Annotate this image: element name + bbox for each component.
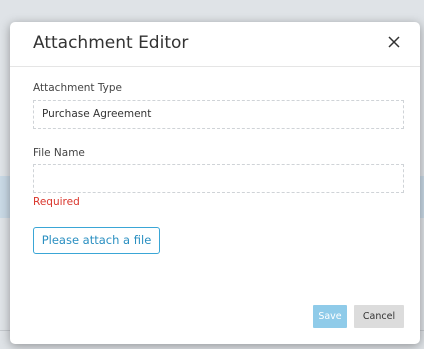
close-button[interactable]: [388, 32, 406, 54]
cancel-button[interactable]: Cancel: [354, 305, 404, 328]
close-icon: [388, 36, 400, 48]
attachment-editor-dialog: Attachment Editor Attachment Type Purcha…: [10, 22, 420, 344]
file-name-error: Required: [33, 196, 80, 208]
file-name-field[interactable]: [33, 164, 404, 193]
attachment-type-label: Attachment Type: [33, 82, 123, 94]
attachment-type-field[interactable]: Purchase Agreement: [33, 100, 404, 129]
dialog-title: Attachment Editor: [33, 33, 189, 53]
dialog-header: Attachment Editor: [10, 22, 420, 67]
attach-file-button[interactable]: Please attach a file: [33, 227, 160, 254]
save-button[interactable]: Save: [313, 305, 347, 328]
file-name-label: File Name: [33, 147, 85, 159]
